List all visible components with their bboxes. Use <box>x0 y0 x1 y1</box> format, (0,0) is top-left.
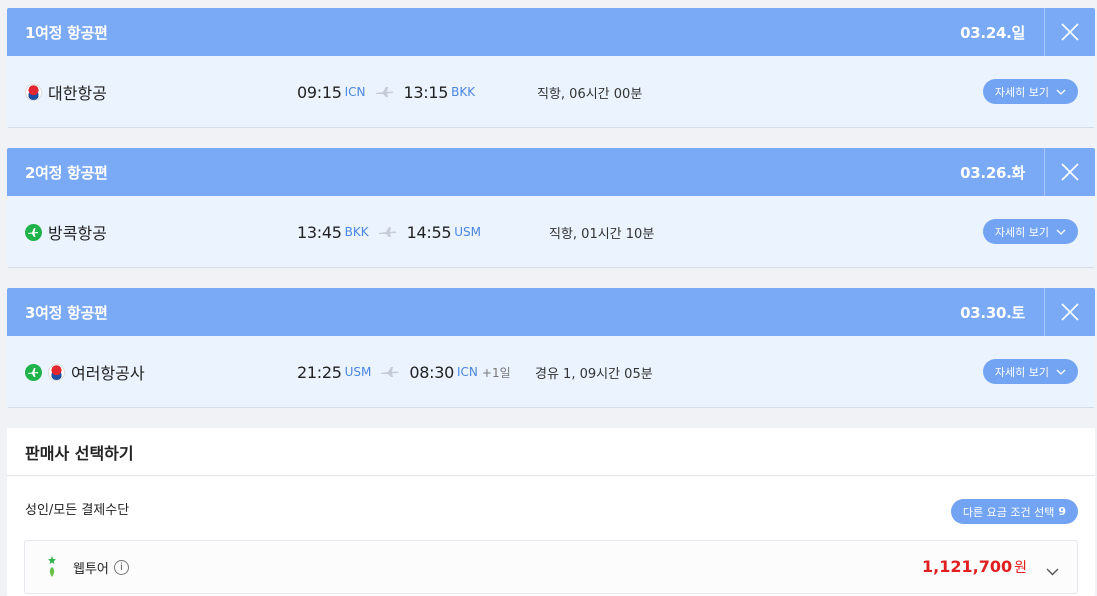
airline: 여러항공사 <box>25 336 145 408</box>
price-value: 1,121,700 <box>922 557 1013 576</box>
flight-times: 13:45 BKK 14:55 USM <box>297 196 481 268</box>
airline: 대한항공 <box>25 56 107 128</box>
detail-button-label: 자세히 보기 <box>994 85 1049 99</box>
arrival-code: BKK <box>451 85 476 99</box>
seller-section: 판매사 선택하기 성인/모든 결제수단 다른 요금 조건 선택 9 웹투어 i … <box>7 428 1095 596</box>
arrival-code: USM <box>454 225 481 239</box>
airline-name: 대한항공 <box>48 84 107 103</box>
chevron-down-icon <box>1056 369 1066 375</box>
chevron-down-icon <box>1056 89 1066 95</box>
flight-duration: 직항, 01시간 10분 <box>549 226 655 242</box>
detail-button-label: 자세히 보기 <box>994 225 1049 239</box>
leg-date: 03.30.토 <box>960 303 1025 322</box>
leg-header: 3여정 항공편 03.30.토 <box>7 288 1095 336</box>
detail-button-label: 자세히 보기 <box>994 365 1049 379</box>
korean-air-logo-icon <box>25 83 42 101</box>
close-icon[interactable] <box>1044 8 1095 56</box>
bangkok-airways-logo-icon <box>25 223 42 241</box>
airline-name: 여러항공사 <box>71 364 145 383</box>
arrival-time: 14:55 <box>406 222 452 242</box>
chevron-down-icon <box>1056 229 1066 235</box>
airline-name: 방콕항공 <box>48 224 107 243</box>
price-unit: 원 <box>1014 560 1027 576</box>
close-icon[interactable] <box>1044 148 1095 196</box>
price: 1,121,700 원 <box>922 557 1027 577</box>
departure-time: 13:45 <box>297 222 342 242</box>
leg-3: 3여정 항공편 03.30.토 여러항공사 21:25 USM 08:30 IC… <box>7 288 1095 408</box>
flight-times: 21:25 USM 08:30 ICN +1일 <box>297 336 511 408</box>
flight-duration: 경유 1, 09시간 05분 <box>535 366 653 382</box>
vendor-name: 웹투어 <box>73 561 109 577</box>
leg-header: 1여정 항공편 03.24.일 <box>7 8 1095 56</box>
leg-body: 대한항공 09:15 ICN 13:15 BKK 직항, 06시간 00분 자세… <box>7 56 1095 128</box>
flight-duration: 직항, 06시간 00분 <box>537 86 643 102</box>
korean-air-logo-icon <box>48 363 65 381</box>
leg-body: 방콕항공 13:45 BKK 14:55 USM 직항, 01시간 10분 자세… <box>7 196 1095 268</box>
condition-count: 9 <box>1058 505 1066 518</box>
fare-type-row: 성인/모든 결제수단 다른 요금 조건 선택 9 <box>7 476 1095 540</box>
airplane-icon <box>381 367 399 377</box>
leg-date: 03.24.일 <box>960 23 1025 42</box>
detail-button[interactable]: 자세히 보기 <box>982 219 1078 244</box>
fare-type: 성인/모든 결제수단 <box>25 502 130 518</box>
arrival-code: ICN <box>457 365 478 379</box>
leg-title: 1여정 항공편 <box>25 23 108 42</box>
leg-2: 2여정 항공편 03.26.화 방콕항공 13:45 BKK 14:55 USM <box>7 148 1095 268</box>
other-fare-conditions-button[interactable]: 다른 요금 조건 선택 9 <box>950 499 1078 524</box>
vendor-row[interactable]: 웹투어 i 1,121,700 원 <box>24 540 1078 594</box>
leg-header: 2여정 항공편 03.26.화 <box>7 148 1095 196</box>
next-day-badge: +1일 <box>481 365 511 380</box>
departure-time: 09:15 <box>297 82 342 102</box>
flight-times: 09:15 ICN 13:15 BKK <box>297 56 475 128</box>
airplane-icon <box>378 227 397 237</box>
leg-title: 2여정 항공편 <box>25 163 108 182</box>
departure-code: ICN <box>344 85 366 99</box>
leg-date: 03.26.화 <box>960 163 1025 182</box>
condition-label: 다른 요금 조건 선택 <box>962 505 1055 519</box>
detail-button[interactable]: 자세히 보기 <box>982 359 1078 384</box>
chevron-down-icon[interactable] <box>1046 561 1059 580</box>
detail-button[interactable]: 자세히 보기 <box>982 79 1078 104</box>
departure-time: 21:25 <box>297 362 342 382</box>
info-icon[interactable]: i <box>113 559 129 575</box>
airplane-icon <box>375 87 394 97</box>
webtour-logo-icon <box>47 556 57 578</box>
close-icon[interactable] <box>1044 288 1095 336</box>
departure-code: USM <box>344 365 372 379</box>
departure-code: BKK <box>344 225 369 239</box>
leg-1: 1여정 항공편 03.24.일 대한항공 09:15 ICN 13:15 BKK… <box>7 8 1095 128</box>
leg-title: 3여정 항공편 <box>25 303 108 322</box>
leg-body: 여러항공사 21:25 USM 08:30 ICN +1일 경유 1, 09시간… <box>7 336 1095 408</box>
itinerary-list: 1여정 항공편 03.24.일 대한항공 09:15 ICN 13:15 BKK… <box>7 8 1095 596</box>
arrival-time: 13:15 <box>403 82 449 102</box>
seller-title: 판매사 선택하기 <box>7 428 1095 476</box>
bangkok-airways-logo-icon <box>25 363 42 381</box>
airline: 방콕항공 <box>25 196 107 268</box>
arrival-time: 08:30 <box>409 362 455 382</box>
